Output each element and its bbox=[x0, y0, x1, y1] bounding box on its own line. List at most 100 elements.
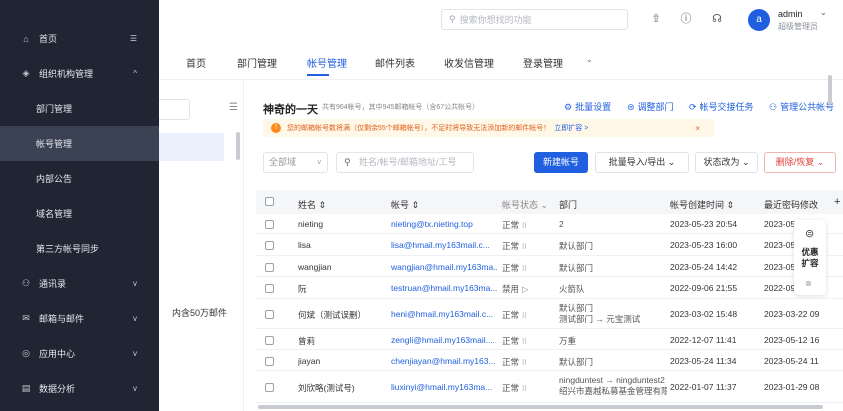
cell-account[interactable]: nieting@tx.nieting.top bbox=[391, 219, 473, 229]
row-checkbox[interactable] bbox=[265, 263, 274, 272]
disable-icon[interactable]: II bbox=[522, 383, 527, 393]
tree-selected-node[interactable] bbox=[159, 133, 224, 161]
global-search-input[interactable]: ⚲ 搜索你想找的功能 bbox=[441, 9, 628, 30]
cell-account[interactable]: testruan@hmail.my163ma... bbox=[391, 283, 497, 293]
cell-created: 2022-09-06 21:55 bbox=[670, 283, 738, 293]
vertical-scrollbar[interactable] bbox=[828, 75, 832, 105]
close-icon[interactable]: × bbox=[695, 124, 700, 133]
row-checkbox[interactable] bbox=[265, 241, 274, 250]
row-checkbox[interactable] bbox=[265, 357, 274, 366]
chevron-down-icon[interactable]: ⌄ bbox=[820, 8, 827, 17]
close-icon[interactable]: ⊗ bbox=[805, 279, 812, 288]
table-row[interactable]: lisa lisa@hmail.my163mail.c... 正常 II 默认部门 202… bbox=[256, 234, 843, 256]
menu-toggle-icon[interactable]: ☰ bbox=[130, 34, 137, 43]
sidebar-item-third-party-sync[interactable]: 第三方帐号同步 bbox=[0, 231, 159, 266]
enable-icon[interactable]: ▷ bbox=[522, 284, 529, 294]
table-row[interactable]: 刘欣略(测试号) liuxinyi@hmail.my163ma... 正常 II nin… bbox=[256, 371, 843, 403]
sidebar-item-analytics[interactable]: ▤ 数据分析 v bbox=[0, 371, 159, 406]
table-row[interactable]: wangjian wangjian@hmail.my163ma... 正常 II 默认部… bbox=[256, 256, 843, 277]
user-name[interactable]: admin bbox=[778, 9, 803, 19]
cell-account[interactable]: chenjiayan@hmail.my163... bbox=[391, 356, 496, 366]
sidebar-item-dept-mgmt[interactable]: 部门管理 bbox=[0, 91, 159, 126]
adjust-dept-button[interactable]: ⊜ 调整部门 bbox=[627, 100, 674, 113]
org-icon: ◈ bbox=[22, 68, 30, 78]
cell-created: 2023-03-02 15:48 bbox=[670, 309, 738, 319]
cell-dept: 默认部门 测试部门 → 元宝测试 bbox=[559, 303, 640, 325]
cell-pwd-changed: 2023-05-24 11 bbox=[764, 356, 819, 366]
account-search-input[interactable]: ⚲ 姓名/帐号/邮箱地址/工号 bbox=[336, 152, 474, 173]
col-created[interactable]: 帐号创建时间 ⇕ bbox=[670, 198, 734, 211]
sidebar-item-account-mgmt[interactable]: 帐号管理 bbox=[0, 126, 159, 161]
tab-dept-mgmt[interactable]: 部门管理 bbox=[237, 55, 277, 70]
add-column-icon[interactable]: + bbox=[834, 196, 840, 208]
public-account-button[interactable]: ⚇ 管理公共帐号 bbox=[769, 100, 834, 113]
sidebar-item-home[interactable]: ⌂ 首页 ☰ bbox=[0, 21, 159, 56]
tree-search-input[interactable] bbox=[159, 99, 190, 120]
status-change-button[interactable]: 状态改为 ⌄ bbox=[695, 152, 758, 173]
expand-now-link[interactable]: 立即扩容 > bbox=[554, 123, 588, 133]
promo-widget[interactable]: ⊜ 优惠扩容 ⊗ bbox=[794, 220, 826, 295]
cell-account[interactable]: wangjian@hmail.my163ma... bbox=[391, 262, 497, 272]
sidebar-item-org[interactable]: ◈ 组织机构管理 ^ bbox=[0, 56, 159, 91]
handover-task-button[interactable]: ⟳ 帐号交接任务 bbox=[689, 100, 754, 113]
cell-name: 刘欣略(测试号) bbox=[298, 383, 355, 393]
sidebar-item-announcements[interactable]: 内部公告 bbox=[0, 161, 159, 196]
new-account-button[interactable]: 新建帐号 bbox=[534, 152, 588, 173]
tab-account-mgmt[interactable]: 帐号管理 bbox=[307, 55, 347, 70]
disable-icon[interactable]: II bbox=[522, 310, 527, 320]
collapse-panel-icon[interactable]: ☰ bbox=[229, 102, 238, 113]
row-checkbox[interactable] bbox=[265, 220, 274, 229]
help-icon[interactable]: ⓘ bbox=[678, 11, 694, 27]
disable-icon[interactable]: II bbox=[522, 241, 527, 251]
stack-icon: ⊜ bbox=[805, 228, 815, 240]
search-icon: ⚲ bbox=[449, 14, 456, 24]
col-name[interactable]: 姓名 ⇕ bbox=[298, 198, 326, 211]
tab-home[interactable]: 首页 bbox=[186, 55, 206, 70]
disable-icon[interactable]: II bbox=[522, 263, 527, 273]
sidebar-item-contacts[interactable]: ⚇ 通讯录 v bbox=[0, 266, 159, 301]
row-checkbox[interactable] bbox=[265, 310, 274, 319]
headset-icon[interactable]: ☊ bbox=[709, 11, 725, 27]
chevron-down-icon[interactable]: ⌄ bbox=[586, 55, 593, 64]
disable-icon[interactable]: II bbox=[522, 336, 527, 346]
cell-status: 禁用 ▷ bbox=[502, 283, 529, 295]
settings-icon: ⚙ bbox=[564, 102, 573, 112]
account-main: 神奇的一天 共有964帐号，其中945邮箱帐号（含67公共帐号） ⚙ 批量设置 ⊜… bbox=[244, 80, 843, 411]
table-row[interactable]: 曾莉 zengli@hmail.my163mail.... 正常 II 万重 2022-1… bbox=[256, 329, 843, 350]
disable-icon[interactable]: II bbox=[522, 357, 527, 367]
table-row[interactable]: 阮 testruan@hmail.my163ma... 禁用 ▷ 火箭队 2022-09-… bbox=[256, 277, 843, 299]
batch-settings-button[interactable]: ⚙ 批量设置 bbox=[564, 100, 611, 113]
delete-restore-button[interactable]: 删除/恢复 ⌄ bbox=[764, 152, 836, 173]
horizontal-scrollbar[interactable] bbox=[258, 405, 823, 409]
sidebar-item-mail[interactable]: ✉ 邮箱与邮件 v bbox=[0, 301, 159, 336]
active-tab-indicator bbox=[307, 74, 329, 76]
table-row[interactable]: nieting nieting@tx.nieting.top 正常 II 2 2023-0… bbox=[256, 214, 843, 234]
tree-scrollbar[interactable] bbox=[236, 132, 240, 160]
sidebar-item-label: 第三方帐号同步 bbox=[36, 244, 100, 254]
upload-icon[interactable]: ⇧ bbox=[648, 11, 664, 27]
domain-select[interactable]: 全部域 v bbox=[263, 152, 328, 173]
cell-pwd-changed: 2023-05 bbox=[764, 240, 796, 250]
row-checkbox[interactable] bbox=[265, 383, 274, 392]
top-header: ⚲ 搜索你想找的功能 ⇧ ⓘ ☊ a admin 超级管理员 ⌄ bbox=[159, 0, 843, 40]
tab-send-receive[interactable]: 收发信管理 bbox=[444, 55, 494, 70]
cell-account[interactable]: lisa@hmail.my163mail.c... bbox=[391, 240, 490, 250]
row-checkbox[interactable] bbox=[265, 336, 274, 345]
disable-icon[interactable]: II bbox=[522, 220, 527, 230]
sidebar-item-domains[interactable]: 域名管理 bbox=[0, 196, 159, 231]
sidebar-item-apps[interactable]: ◎ 应用中心 v bbox=[0, 336, 159, 371]
select-all-checkbox[interactable] bbox=[265, 197, 274, 206]
col-status[interactable]: 帐号状态 ⌄ bbox=[502, 198, 548, 211]
avatar[interactable]: a bbox=[748, 9, 770, 31]
tab-login-mgmt[interactable]: 登录管理 bbox=[523, 55, 563, 70]
import-export-button[interactable]: 批量导入/导出 ⌄ bbox=[595, 152, 689, 173]
cell-account[interactable]: liuxinyi@hmail.my163ma... bbox=[391, 382, 492, 392]
col-account[interactable]: 帐号 ⇕ bbox=[391, 198, 419, 211]
cell-account[interactable]: heni@hmail.my163mail.c... bbox=[391, 309, 493, 319]
cell-account[interactable]: zengli@hmail.my163mail.... bbox=[391, 335, 495, 345]
tab-mail-list[interactable]: 邮件列表 bbox=[375, 55, 415, 70]
status-label: 禁用 bbox=[502, 284, 520, 294]
table-row[interactable]: 何斌（测试误删） heni@hmail.my163mail.c... 正常 II 默认部… bbox=[256, 299, 843, 329]
row-checkbox[interactable] bbox=[265, 284, 274, 293]
table-row[interactable]: jiayan chenjiayan@hmail.my163... 正常 II 默认部门 2… bbox=[256, 350, 843, 371]
